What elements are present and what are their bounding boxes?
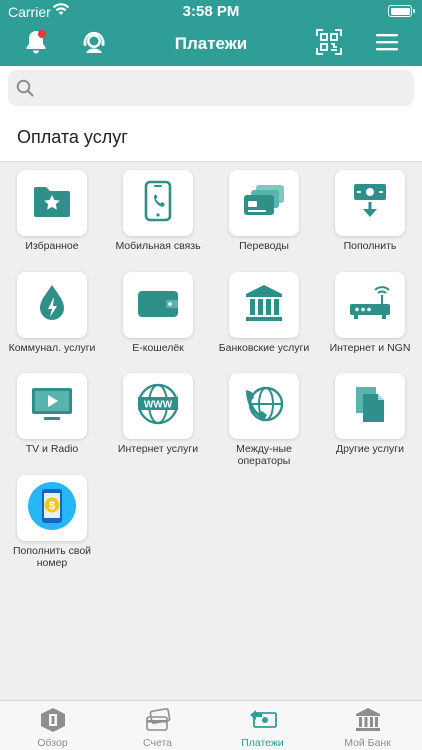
router-icon [348, 285, 392, 326]
tab-label: Платежи [241, 737, 284, 749]
service-transfers[interactable]: Переводы [214, 170, 314, 266]
service-international-operators[interactable]: Между-ные операторы [214, 373, 314, 469]
top-bar: Carrier 3:58 PM Платежи [0, 0, 422, 66]
service-internet-ngn[interactable]: Интернет и NGN [320, 272, 420, 368]
service-icon-box [335, 272, 405, 338]
tab-accounts[interactable]: Счета [105, 701, 210, 750]
tab-my-bank[interactable]: Мой Банк [315, 701, 420, 750]
search-input[interactable] [40, 70, 406, 106]
service-icon-box [335, 373, 405, 439]
documents-icon [353, 384, 387, 429]
tab-label: Мой Банк [344, 737, 391, 749]
bottom-tab-bar: Обзор Счета Платежи Мой Банк [0, 700, 422, 750]
favorites-folder-icon [32, 183, 72, 224]
service-top-up-own-number[interactable]: $ Пополнить свой номер [2, 475, 102, 571]
service-e-wallet[interactable]: E-кошелёк [108, 272, 208, 368]
service-label: Другие услуги [336, 443, 404, 455]
payments-icon [248, 707, 278, 733]
international-call-icon [242, 382, 286, 431]
section-title: Оплата услуг [17, 127, 128, 147]
service-label: Пополнить [343, 240, 397, 252]
transfer-cards-icon [242, 183, 286, 224]
service-utilities[interactable]: Коммунал. услуги [2, 272, 102, 368]
service-label: Интернет и NGN [329, 342, 411, 354]
service-favorites[interactable]: Избранное [2, 170, 102, 266]
wallet-icon [136, 287, 180, 324]
tab-overview[interactable]: Обзор [0, 701, 105, 750]
service-icon-box [17, 170, 87, 236]
svg-text:$: $ [49, 500, 55, 512]
tab-label: Обзор [37, 737, 68, 749]
top-up-own-number-icon: $ [26, 480, 78, 537]
service-icon-box: $ [17, 475, 87, 541]
service-label: TV и Radio [25, 443, 79, 455]
service-other[interactable]: Другие услуги [320, 373, 420, 469]
search-icon [16, 79, 34, 102]
search-bar-container [0, 66, 422, 110]
service-label: Избранное [25, 240, 79, 252]
my-bank-icon [353, 707, 383, 733]
tv-icon [30, 385, 74, 428]
service-icon-box [123, 272, 193, 338]
search-bar[interactable] [8, 70, 414, 106]
service-icon-box [229, 272, 299, 338]
page-title: Платежи [174, 34, 248, 53]
hamburger-menu-icon [375, 32, 399, 57]
top-up-icon [352, 182, 388, 225]
service-label: E-кошелёк [132, 342, 184, 354]
service-label: Интернет услуги [117, 443, 199, 455]
service-icon-box [229, 373, 299, 439]
qr-code-icon [315, 28, 343, 61]
service-label: Банковские услуги [218, 342, 310, 354]
service-mobile[interactable]: Мобильная связь [108, 170, 208, 266]
service-top-up[interactable]: Пополнить [320, 170, 420, 266]
service-label: Между-ные операторы [236, 443, 292, 467]
service-banking[interactable]: Банковские услуги [214, 272, 314, 368]
service-internet-services[interactable]: WWW Интернет услуги [108, 373, 208, 469]
status-bar: Carrier 3:58 PM [0, 0, 422, 22]
service-label: Переводы [239, 240, 289, 252]
svg-text:WWW: WWW [144, 399, 173, 410]
mobile-phone-icon [143, 180, 173, 227]
service-icon-box [17, 373, 87, 439]
service-icon-box [229, 170, 299, 236]
service-icon-box [123, 170, 193, 236]
status-time: 3:58 PM [182, 3, 240, 20]
service-label: Мобильная связь [115, 240, 201, 252]
service-tv-radio[interactable]: TV и Radio [2, 373, 102, 469]
bank-icon [243, 283, 285, 328]
section-header: Оплата услуг [0, 110, 422, 162]
service-label: Коммунал. услуги [8, 342, 96, 354]
service-icon-box [335, 170, 405, 236]
utility-drop-icon [37, 283, 67, 328]
qr-scan-button[interactable] [313, 28, 345, 60]
www-globe-icon: WWW [136, 382, 180, 431]
service-label: Пополнить свой номер [12, 545, 92, 569]
battery-icon [388, 5, 415, 17]
service-icon-box: WWW [123, 373, 193, 439]
service-icon-box [17, 272, 87, 338]
menu-button[interactable] [371, 28, 403, 60]
accounts-icon [143, 707, 173, 733]
overview-icon [38, 707, 68, 733]
tab-payments[interactable]: Платежи [210, 701, 315, 750]
tab-label: Счета [143, 737, 172, 749]
